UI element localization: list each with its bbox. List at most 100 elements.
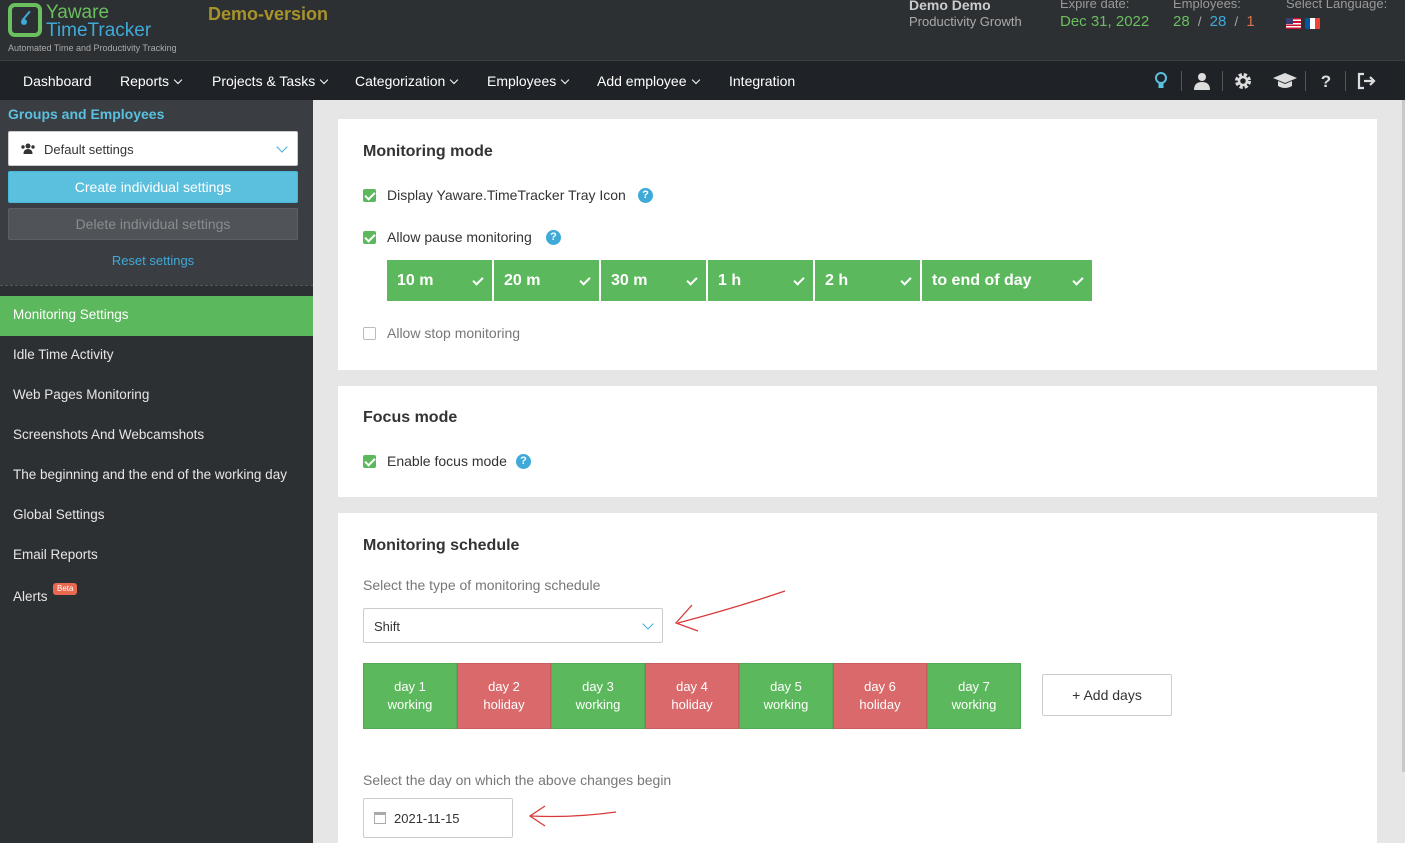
menu-alerts[interactable]: Alerts Beta [0,576,313,616]
menu-label: Web Pages Monitoring [13,387,150,402]
help-icon[interactable]: ? [516,454,531,469]
add-days-button[interactable]: + Add days [1042,674,1172,716]
allow-stop-checkbox[interactable] [363,327,376,340]
question-icon[interactable]: ? [1316,71,1336,91]
day-cell[interactable]: day 6 holiday [833,663,927,729]
allow-stop-label: Allow stop monitoring [387,325,521,341]
language-block: Select Language: [1286,0,1387,33]
yaware-logo[interactable]: Yaware TimeTracker Automated Time and Pr… [8,2,198,55]
enable-focus-label: Enable focus mode [387,453,507,469]
lightbulb-icon[interactable] [1151,71,1171,91]
groups-panel: Groups and Employees Default settings Cr… [0,100,313,285]
employees-block: Employees: 28 / 28 / 1 [1173,0,1255,30]
nav-label: Projects & Tasks [212,73,316,89]
menu-email-reports[interactable]: Email Reports [0,536,313,576]
demo-version-label: Demo-version [208,4,329,24]
day-status: holiday [859,697,901,712]
nav-integration[interactable]: Integration [729,73,795,89]
start-date-input[interactable]: 2021-11-15 [363,798,513,838]
pause-option-1h[interactable]: 1 h [708,260,813,301]
calendar-icon [374,812,386,824]
menu-web-pages-monitoring[interactable]: Web Pages Monitoring [0,376,313,416]
menu-idle-time-activity[interactable]: Idle Time Activity [0,336,313,376]
day-status: working [763,697,809,712]
day-status: holiday [483,697,525,712]
menu-label: Email Reports [13,547,98,562]
expire-label: Expire date: [1060,0,1130,11]
focus-mode-card: Focus mode Enable focus mode ? [338,386,1377,497]
day-cell[interactable]: day 3 working [551,663,645,729]
graduation-cap-icon[interactable] [1272,71,1298,91]
menu-global-settings[interactable]: Global Settings [0,496,313,536]
day-name: day 5 [770,679,802,694]
groups-title: Groups and Employees [8,106,165,122]
start-date-label: Select the day on which the above change… [363,772,672,788]
menu-label: Global Settings [13,507,105,522]
pause-option-end-of-day[interactable]: to end of day [922,260,1092,301]
enable-focus-checkbox[interactable] [363,455,376,468]
user-name: Demo Demo [909,0,991,13]
check-icon [579,274,591,286]
tray-icon-checkbox[interactable] [363,189,376,202]
us-flag-icon[interactable] [1286,18,1301,30]
user-icon[interactable] [1192,71,1212,91]
day-cell[interactable]: day 2 holiday [457,663,551,729]
delete-individual-settings-button[interactable]: Delete individual settings [8,208,298,240]
pause-option-label: 20 m [504,272,541,289]
logout-icon[interactable] [1356,71,1376,91]
reset-settings-link[interactable]: Reset settings [0,253,306,268]
pause-option-2h[interactable]: 2 h [815,260,920,301]
nav-dashboard[interactable]: Dashboard [23,73,92,89]
nav-label: Integration [729,73,796,89]
monitoring-schedule-title: Monitoring schedule [363,537,520,554]
day-cell[interactable]: day 4 holiday [645,663,739,729]
nav-reports[interactable]: Reports [120,73,183,89]
check-icon [472,274,484,286]
pause-option-20m[interactable]: 20 m [494,260,599,301]
menu-screenshots-webcamshots[interactable]: Screenshots And Webcamshots [0,416,313,456]
pause-option-30m[interactable]: 30 m [601,260,706,301]
menu-monitoring-settings[interactable]: Monitoring Settings [0,296,313,336]
plan-name: Productivity Growth [909,14,1022,29]
beta-badge: Beta [53,583,78,595]
nav-projects-tasks[interactable]: Projects & Tasks [212,73,329,89]
nav-label: Categorization [355,73,446,89]
day-cell[interactable]: day 5 working [739,663,833,729]
check-icon [900,274,912,286]
create-individual-settings-button[interactable]: Create individual settings [8,171,298,203]
chevron-down-icon [276,141,288,153]
day-cell[interactable]: day 1 working [363,663,457,729]
logo-tagline: Automated Time and Productivity Tracking [8,43,177,53]
logo-mark-icon [8,3,42,37]
allow-pause-checkbox[interactable] [363,231,376,244]
start-date-value: 2021-11-15 [394,811,460,826]
schedule-type-select[interactable]: Shift [363,608,663,643]
pause-option-10m[interactable]: 10 m [387,260,492,301]
annotation-arrow [674,590,786,632]
day-status: working [575,697,621,712]
nav-employees[interactable]: Employees [487,73,570,89]
nav-label: Add employee [597,73,687,89]
fr-flag-icon[interactable] [1305,18,1320,30]
expire-date: Dec 31, 2022 [1060,13,1150,30]
nav-add-employee[interactable]: Add employee [597,73,700,89]
gear-icon[interactable] [1233,71,1253,91]
chevron-down-icon [691,75,700,85]
chevron-down-icon [173,75,183,85]
nav-divider [1305,71,1306,91]
menu-working-day[interactable]: The beginning and the end of the working… [0,456,313,496]
logo-line-2: TimeTracker [46,20,152,41]
nav-categorization[interactable]: Categorization [355,73,459,89]
pause-option-label: 2 h [825,272,849,289]
monitoring-schedule-card: Monitoring schedule Select the type of m… [338,513,1377,843]
group-select[interactable]: Default settings [8,131,298,166]
help-icon[interactable]: ? [546,230,561,245]
chevron-down-icon [561,75,570,85]
day-status: working [951,697,997,712]
schedule-type-label: Select the type of monitoring schedule [363,577,601,593]
day-status: working [387,697,433,712]
day-status: holiday [671,697,713,712]
help-icon[interactable]: ? [638,188,653,203]
account-info[interactable]: Demo Demo Productivity Growth [909,0,1022,29]
day-cell[interactable]: day 7 working [927,663,1021,729]
